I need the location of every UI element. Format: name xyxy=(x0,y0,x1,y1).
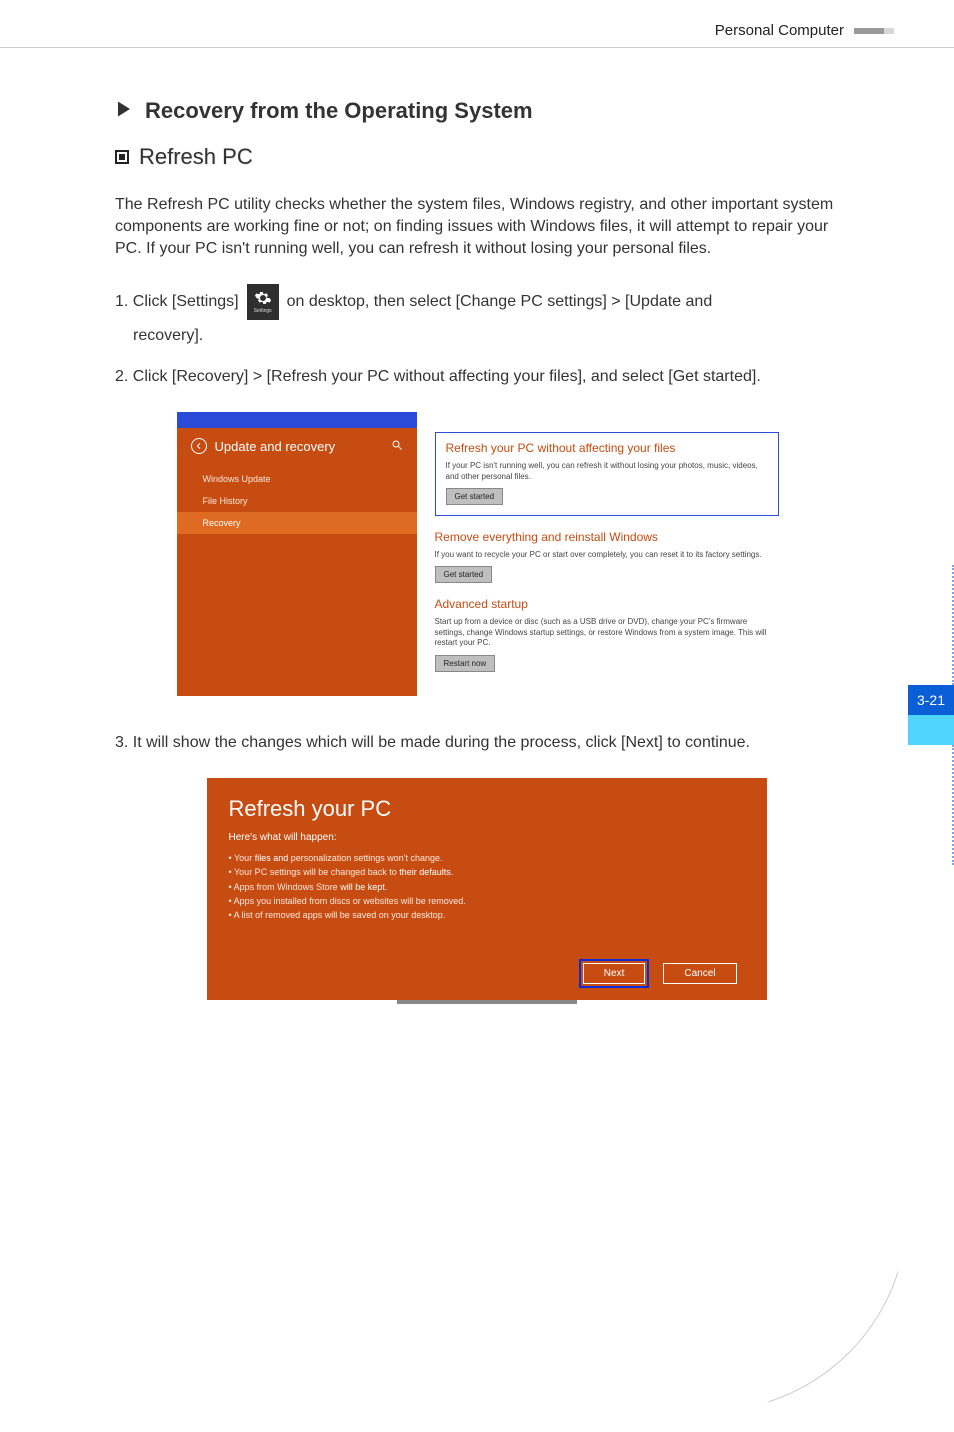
page-header: Personal Computer xyxy=(0,0,954,47)
header-accent-dark xyxy=(854,28,884,34)
advanced-body: Start up from a device or disc (such as … xyxy=(435,617,779,648)
remove-get-started-button[interactable]: Get started xyxy=(435,566,493,583)
subsection-title: Refresh PC xyxy=(139,144,253,170)
step1-text-b: on desktop, then select [Change PC setti… xyxy=(287,290,713,314)
settings-charm-label: Settings xyxy=(254,308,272,316)
step-1: 1. Click [Settings] Settings on desktop,… xyxy=(115,284,858,348)
step1-text-c: recovery]. xyxy=(115,324,858,348)
shot1-sidebar: Update and recovery Windows Update File … xyxy=(177,412,417,695)
shot2-item-0: Your files and personalization settings … xyxy=(229,851,745,865)
next-button[interactable]: Next xyxy=(583,963,646,984)
shot2-bottom-bar xyxy=(397,1000,577,1004)
intro-paragraph: The Refresh PC utility checks whether th… xyxy=(115,194,858,260)
nav-windows-update[interactable]: Windows Update xyxy=(177,468,417,490)
remove-heading: Remove everything and reinstall Windows xyxy=(435,530,779,544)
section-heading: Recovery from the Operating System xyxy=(115,98,858,124)
shot2-subtitle: Here's what will happen: xyxy=(229,832,745,843)
square-bullet-icon xyxy=(115,150,129,164)
advanced-heading: Advanced startup xyxy=(435,597,779,611)
refresh-get-started-button[interactable]: Get started xyxy=(446,488,504,505)
shot2-list: Your files and personalization settings … xyxy=(229,851,745,923)
settings-charm-icon: Settings xyxy=(247,284,279,320)
subsection-heading: Refresh PC xyxy=(115,144,858,170)
nav-file-history[interactable]: File History xyxy=(177,490,417,512)
nav-recovery[interactable]: Recovery xyxy=(177,512,417,534)
remove-section: Remove everything and reinstall Windows … xyxy=(435,530,779,583)
remove-body: If you want to recycle your PC or start … xyxy=(435,550,779,560)
screenshot-refresh-dialog: Refresh your PC Here's what will happen:… xyxy=(207,778,767,1000)
shot2-item-4: A list of removed apps will be saved on … xyxy=(229,908,745,922)
shot2-item-1: Your PC settings will be changed back to… xyxy=(229,865,745,879)
shot2-item-3: Apps you installed from discs or website… xyxy=(229,894,745,908)
shot1-main: Refresh your PC without affecting your f… xyxy=(417,412,797,695)
search-icon[interactable] xyxy=(391,439,403,453)
shot1-highlight-bar xyxy=(177,412,417,428)
back-arrow-icon[interactable] xyxy=(191,438,207,454)
chevron-icon xyxy=(115,98,133,124)
screenshot-update-recovery: Update and recovery Windows Update File … xyxy=(177,412,797,695)
header-title: Personal Computer xyxy=(715,22,844,39)
cancel-button[interactable]: Cancel xyxy=(663,963,736,984)
refresh-pc-box: Refresh your PC without affecting your f… xyxy=(435,432,779,516)
step1-text-a: 1. Click [Settings] xyxy=(115,290,239,314)
shot1-sidebar-title: Update and recovery xyxy=(215,439,336,454)
step-3: 3. It will show the changes which will b… xyxy=(115,732,858,754)
step-2: 2. Click [Recovery] > [Refresh your PC w… xyxy=(115,366,858,388)
corner-curve-decoration xyxy=(698,1202,898,1402)
section-heading-text: Recovery from the Operating System xyxy=(145,98,533,124)
shot2-title: Refresh your PC xyxy=(229,796,745,822)
refresh-body: If your PC isn't running well, you can r… xyxy=(446,461,768,482)
shot2-item-2: Apps from Windows Store will be kept. xyxy=(229,880,745,894)
advanced-section: Advanced startup Start up from a device … xyxy=(435,597,779,671)
refresh-heading: Refresh your PC without affecting your f… xyxy=(446,441,768,455)
restart-now-button[interactable]: Restart now xyxy=(435,655,496,672)
header-accent-light xyxy=(884,28,894,34)
